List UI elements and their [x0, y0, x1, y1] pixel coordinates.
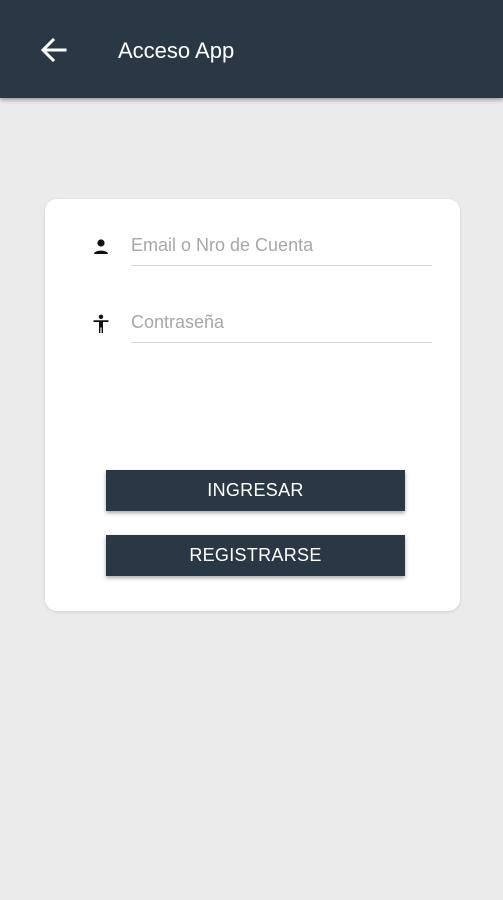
password-field	[131, 303, 432, 343]
app-bar: Acceso App	[0, 0, 503, 98]
email-input[interactable]	[131, 226, 432, 264]
login-card: INGRESAR REGISTRARSE	[45, 199, 460, 611]
register-button[interactable]: REGISTRARSE	[106, 535, 405, 576]
arrow-left-icon	[39, 35, 69, 70]
login-button[interactable]: INGRESAR	[106, 470, 405, 511]
back-button[interactable]	[32, 30, 76, 74]
accessibility-icon	[90, 313, 112, 335]
password-input[interactable]	[131, 303, 432, 341]
person-icon	[90, 236, 112, 258]
email-field	[131, 226, 432, 266]
page-title: Acceso App	[118, 38, 235, 63]
